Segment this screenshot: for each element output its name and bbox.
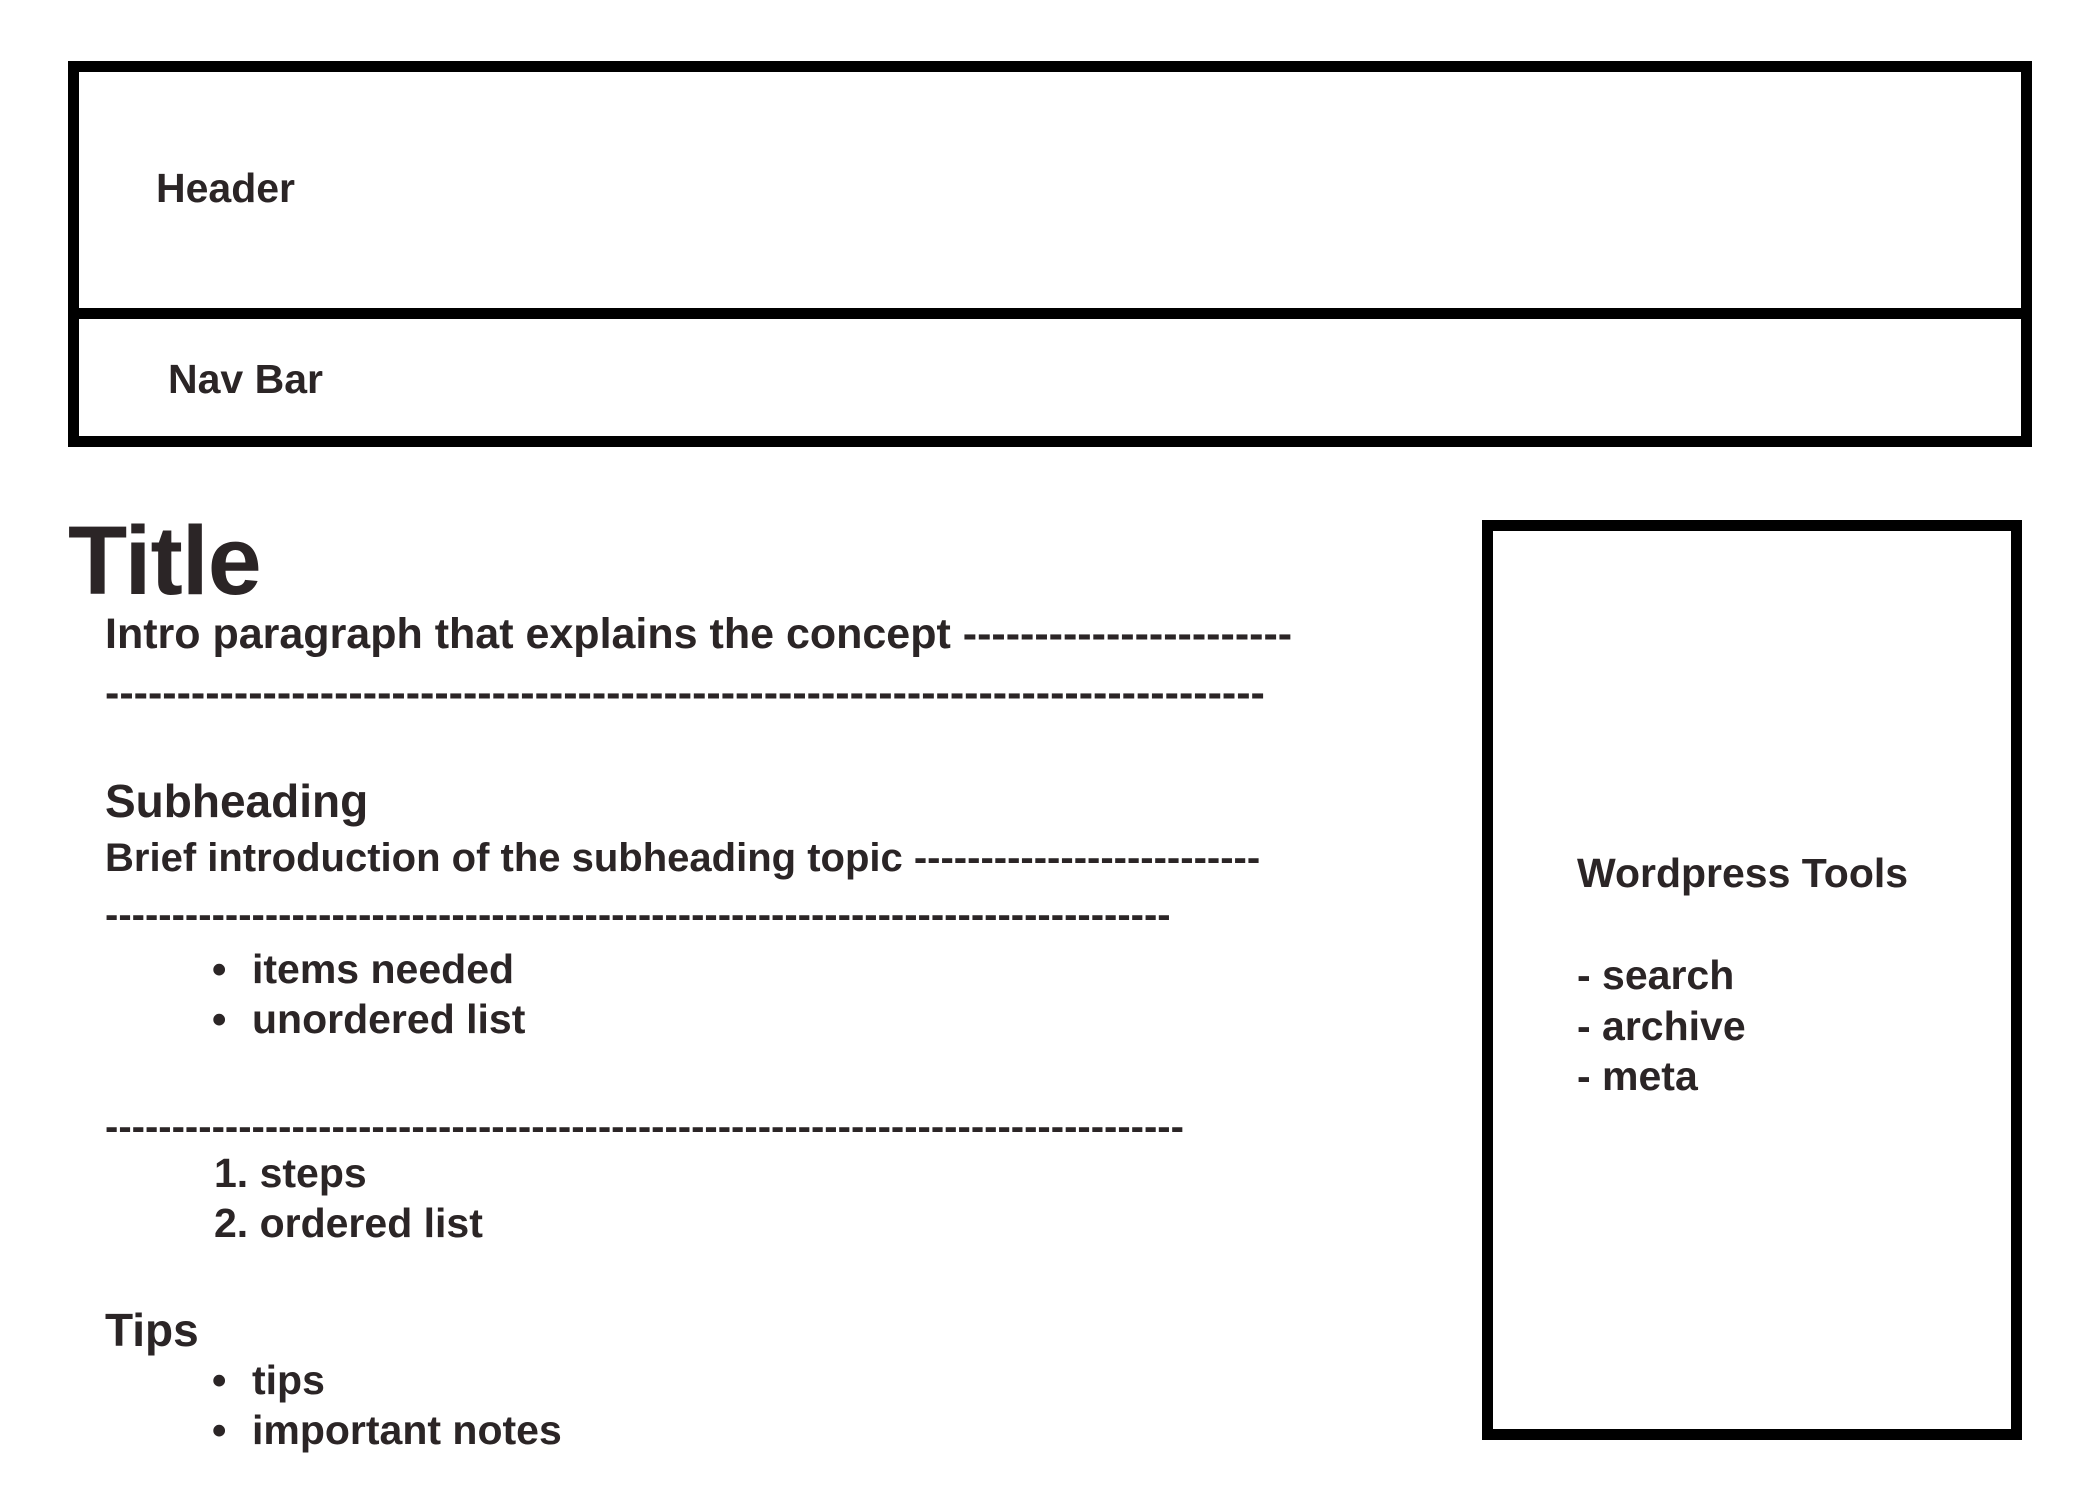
tips-heading: Tips <box>105 1304 199 1356</box>
sidebar-item-search: - search <box>1577 952 1735 998</box>
subheading: Subheading <box>105 775 369 827</box>
header-label: Header <box>156 165 296 211</box>
subheading-intro-line: ----------------------------------------… <box>105 893 1171 937</box>
nav-bar-label: Nav Bar <box>168 356 323 402</box>
page-title: Title <box>68 506 262 615</box>
list-item-text: tips <box>252 1357 325 1403</box>
bullet-icon: • <box>212 946 227 992</box>
ordered-list-item: 2. ordered list <box>214 1200 483 1246</box>
sidebar-item-meta: - meta <box>1577 1053 1698 1099</box>
subheading-intro-line: Brief introduction of the subheading top… <box>105 836 1261 880</box>
unordered-list-item: • unordered list <box>212 999 525 1040</box>
sidebar-title: Wordpress Tools <box>1577 850 1909 896</box>
unordered-list-item: • items needed <box>212 949 514 990</box>
list-item-text: important notes <box>252 1407 562 1453</box>
list-item-text: items needed <box>252 946 515 992</box>
ordered-list-item: 1. steps <box>214 1150 367 1196</box>
bullet-icon: • <box>212 1407 227 1453</box>
sidebar-item-archive: - archive <box>1577 1003 1746 1049</box>
dashed-divider: ----------------------------------------… <box>105 1105 1184 1149</box>
bullet-icon: • <box>212 1357 227 1403</box>
nav-bar-region <box>68 308 2032 447</box>
intro-paragraph-line: Intro paragraph that explains the concep… <box>105 610 1293 658</box>
list-item-text: unordered list <box>252 996 526 1042</box>
tips-list-item: • tips <box>212 1360 325 1401</box>
intro-paragraph-line: ----------------------------------------… <box>105 669 1265 717</box>
bullet-icon: • <box>212 996 227 1042</box>
header-region <box>68 61 2032 319</box>
tips-list-item: • important notes <box>212 1410 562 1451</box>
sidebar-region <box>1482 520 2022 1440</box>
